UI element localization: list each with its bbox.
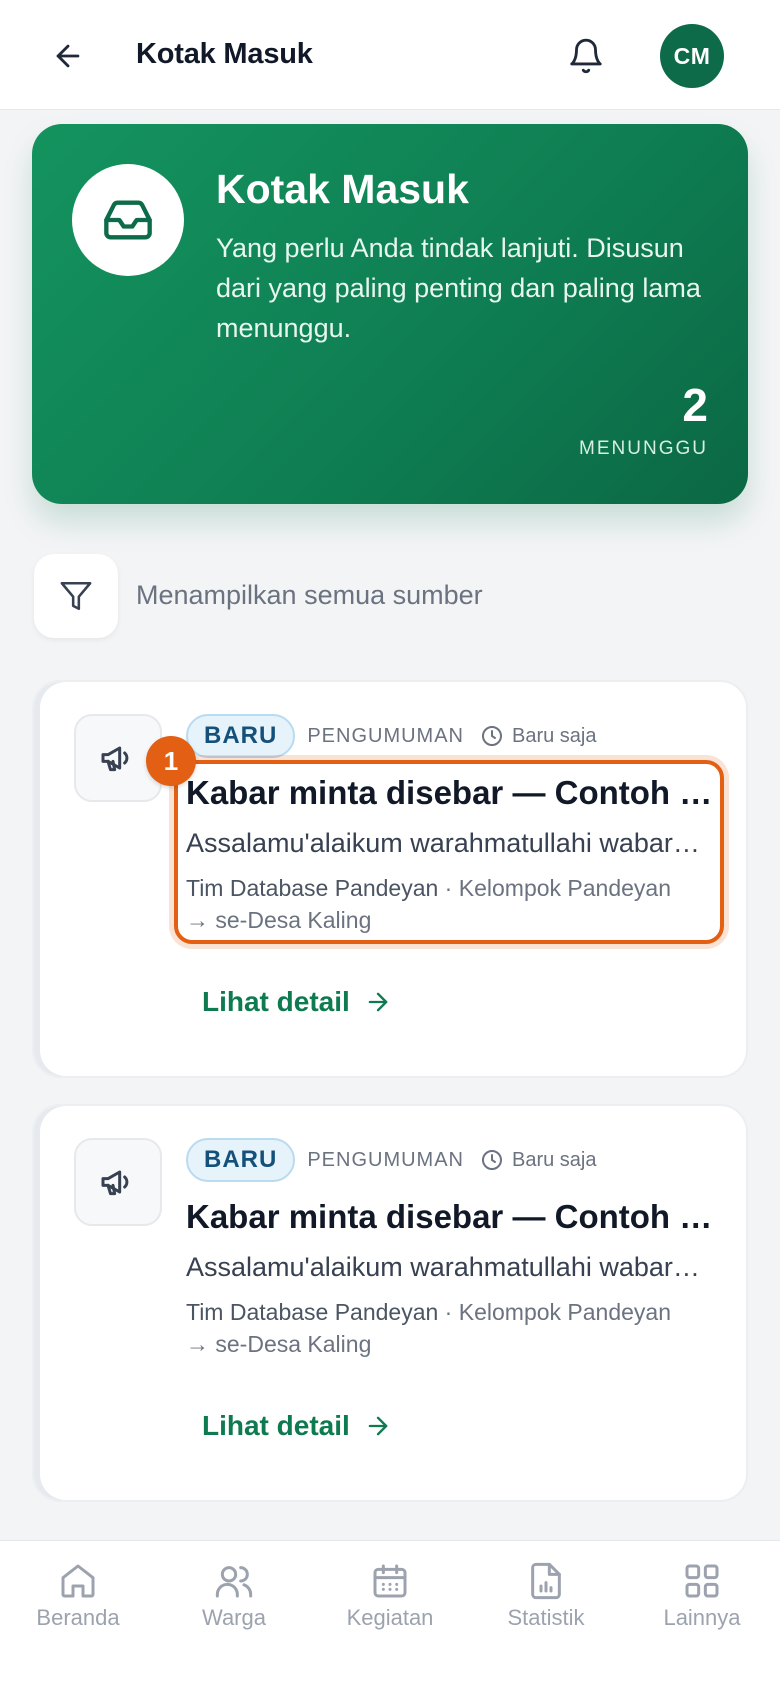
avatar[interactable]: CM (660, 24, 724, 88)
back-button[interactable] (42, 30, 94, 82)
inbox-item-card[interactable]: BARU PENGUMUMAN Baru saja Kabar minta di… (32, 680, 748, 1078)
item-time: Baru saja (480, 1148, 597, 1172)
notifications-button[interactable] (558, 28, 614, 84)
nav-item-statistik[interactable]: Statistik (476, 1561, 616, 1661)
top-app-bar: Kotak Masuk CM (0, 0, 780, 110)
item-time-text: Baru saja (512, 724, 597, 747)
item-excerpt: Assalamu'alaikum warahmatullahi wabaraka… (186, 1252, 714, 1282)
hero-description: Yang perlu Anda tindak lanjuti. Disusun … (216, 233, 701, 343)
nav-item-warga[interactable]: Warga (164, 1561, 304, 1661)
nav-label: Statistik (507, 1605, 585, 1630)
view-detail-link[interactable]: Lihat detail (202, 1406, 392, 1446)
item-title: Kabar minta disebar — Contoh Materi Peng… (186, 1198, 714, 1235)
item-time-text: Baru saja (512, 1148, 597, 1171)
item-group: Kelompok Pandeyan (458, 875, 672, 901)
clock-icon (482, 1150, 502, 1170)
arrow-right-icon (368, 1416, 388, 1436)
item-category: PENGUMUMAN (307, 724, 464, 747)
nav-item-lainnya[interactable]: Lainnya (632, 1561, 772, 1661)
users-icon (215, 1566, 253, 1598)
view-detail-label: Lihat detail (202, 986, 350, 1017)
item-group: Kelompok Pandeyan (458, 1299, 672, 1325)
item-target: → se-Desa Kaling (186, 1331, 372, 1357)
filter-button[interactable] (34, 554, 118, 638)
item-source: Tim Database Pandeyan · Kelompok Pandeya… (186, 872, 726, 936)
bell-icon (570, 38, 602, 74)
hero-icon-circle (72, 164, 184, 276)
highlight-number-badge: 1 (146, 736, 196, 786)
chart-file-icon (531, 1562, 561, 1600)
nav-label: Beranda (36, 1605, 120, 1630)
clock-icon (482, 726, 502, 746)
inbox-summary-card: Kotak Masuk Yang perlu Anda tindak lanju… (32, 124, 748, 504)
hero-title: Kotak Masuk (216, 166, 469, 212)
filter-icon (60, 581, 92, 611)
status-badge: BARU (186, 714, 296, 758)
arrow-left-icon (56, 44, 80, 68)
item-meta: BARU PENGUMUMAN Baru saja (186, 1138, 597, 1182)
item-category: PENGUMUMAN (307, 1148, 464, 1171)
nav-label: Lainnya (663, 1605, 741, 1630)
megaphone-icon (101, 746, 129, 772)
item-target: → se-Desa Kaling (186, 907, 372, 933)
item-time: Baru saja (480, 724, 597, 748)
nav-item-beranda[interactable]: Beranda (8, 1561, 148, 1661)
nav-label: Kegiatan (346, 1605, 434, 1630)
inbox-item-card[interactable]: BARU PENGUMUMAN Baru saja Kabar minta di… (32, 1104, 748, 1502)
home-icon (61, 1564, 95, 1598)
item-excerpt: Assalamu'alaikum warahmatullahi wabaraka… (186, 828, 714, 858)
pending-count: 2 (682, 379, 708, 431)
nav-label: Warga (202, 1605, 266, 1630)
item-author: Tim Database Pandeyan (186, 1299, 439, 1325)
inbox-icon (104, 200, 152, 240)
arrow-right-icon (368, 992, 388, 1012)
item-source: Tim Database Pandeyan · Kelompok Pandeya… (186, 1296, 726, 1360)
view-detail-link[interactable]: Lihat detail (202, 982, 392, 1022)
item-icon-box (74, 1138, 162, 1226)
grid-icon (685, 1564, 719, 1598)
item-author: Tim Database Pandeyan (186, 875, 439, 901)
megaphone-icon (101, 1170, 129, 1196)
filter-status-text: Menampilkan semua sumber (136, 580, 483, 610)
item-meta: BARU PENGUMUMAN Baru saja (186, 714, 597, 758)
view-detail-label: Lihat detail (202, 1410, 350, 1441)
nav-item-kegiatan[interactable]: Kegiatan (320, 1561, 460, 1661)
page-title: Kotak Masuk (136, 38, 313, 70)
item-title: Kabar minta disebar — Contoh Materi Peng… (186, 774, 714, 811)
bottom-navigation: Beranda Warga Kegiatan Statistik Lainnya (0, 1540, 780, 1688)
item-source-separator: · (438, 1299, 459, 1325)
pending-count-label: MENUNGGU (579, 438, 708, 459)
status-badge: BARU (186, 1138, 296, 1182)
calendar-icon (373, 1564, 407, 1598)
item-source-separator: · (438, 875, 459, 901)
